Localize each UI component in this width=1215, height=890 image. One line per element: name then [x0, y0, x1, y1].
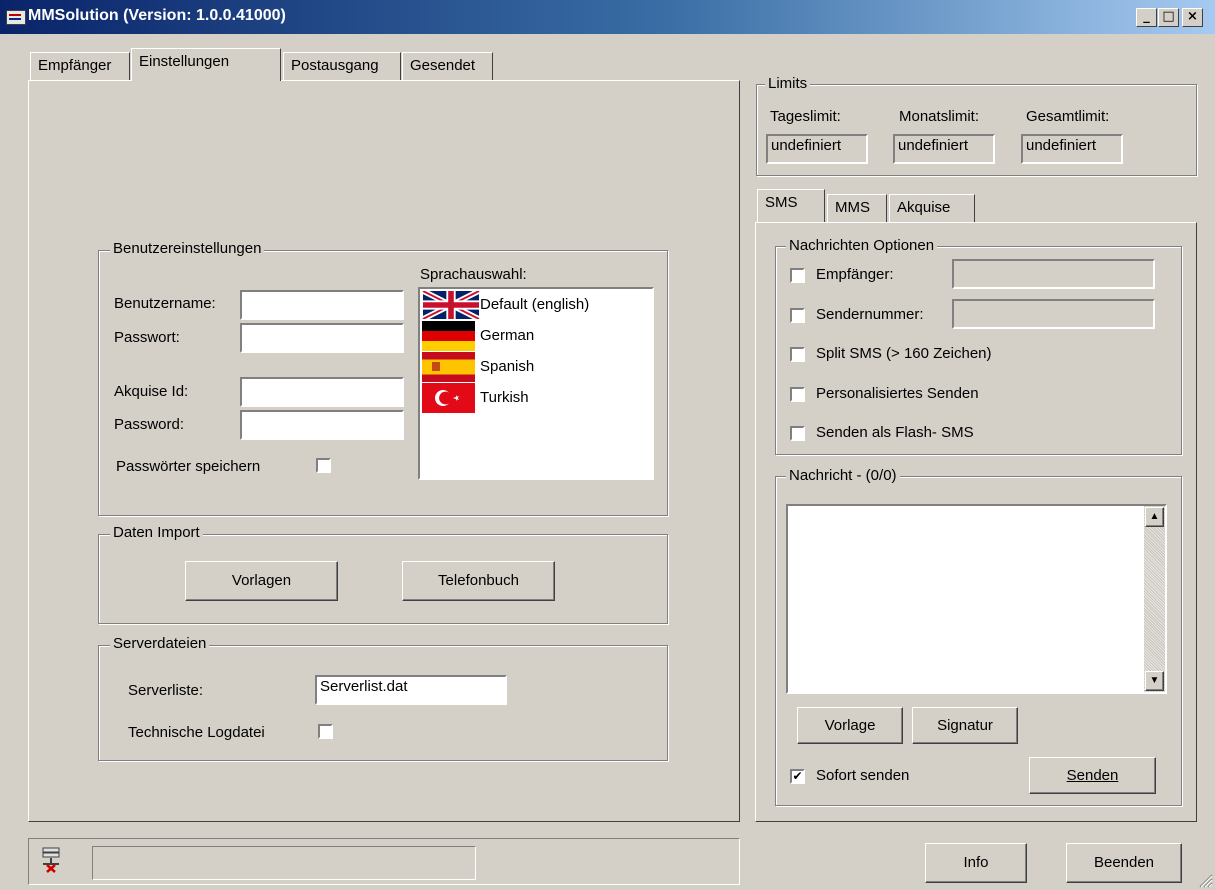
- message-tabs: SMS MMS Akquise: [757, 189, 1197, 224]
- log-file-label: Technische Logdatei: [128, 724, 265, 741]
- app-icon: [6, 10, 26, 25]
- language-list[interactable]: Default (english) German Spanish Turkish: [418, 287, 654, 480]
- recipient-label: Empfänger:: [816, 266, 894, 283]
- recipient-checkbox[interactable]: [790, 268, 805, 283]
- uk-flag-icon: [422, 291, 480, 319]
- save-passwords-label: Passwörter speichern: [116, 458, 261, 475]
- message-options-title: Nachrichten Optionen: [786, 237, 938, 254]
- tab-empfaenger[interactable]: Empfänger: [30, 52, 130, 80]
- flash-sms-checkbox[interactable]: [790, 426, 805, 441]
- send-immediately-checkbox[interactable]: ✔: [790, 769, 805, 784]
- send-immediately-label: Sofort senden: [816, 767, 910, 784]
- language-item-spanish[interactable]: Spanish: [420, 351, 650, 382]
- resize-grip-icon[interactable]: [1197, 872, 1213, 888]
- personalized-checkbox[interactable]: [790, 387, 805, 402]
- telefonbuch-button[interactable]: Telefonbuch: [402, 561, 555, 601]
- message-title: Nachricht - (0/0): [786, 467, 900, 484]
- personalized-label: Personalisiertes Senden: [816, 385, 979, 402]
- total-limit-label: Gesamtlimit:: [1026, 108, 1110, 125]
- user-settings-title: Benutzereinstellungen: [110, 240, 265, 257]
- vorlagen-button[interactable]: Vorlagen: [185, 561, 338, 601]
- monthly-limit-label: Monatslimit:: [899, 108, 980, 125]
- germany-flag-icon: [422, 321, 475, 351]
- message-scrollbar[interactable]: ▲ ▼: [1144, 506, 1165, 692]
- tab-mms[interactable]: MMS: [827, 194, 887, 222]
- network-disconnected-icon: [42, 847, 60, 873]
- save-passwords-checkbox[interactable]: [316, 458, 331, 473]
- data-import-title: Daten Import: [110, 524, 203, 541]
- tab-postausgang[interactable]: Postausgang: [283, 52, 401, 80]
- daily-limit-value: undefiniert: [766, 134, 868, 164]
- language-label-german: German: [480, 327, 535, 344]
- password-input[interactable]: [240, 323, 404, 353]
- limits-title: Limits: [765, 75, 811, 92]
- recipient-input[interactable]: [952, 259, 1155, 289]
- flash-sms-label: Senden als Flash- SMS: [816, 424, 974, 441]
- maximize-button[interactable]: □: [1158, 8, 1179, 27]
- language-item-german[interactable]: German: [420, 320, 650, 351]
- daily-limit-label: Tageslimit:: [770, 108, 841, 125]
- akquise-id-label: Akquise Id:: [114, 383, 189, 400]
- close-button[interactable]: ×: [1182, 8, 1203, 27]
- akquise-password-label: Password:: [114, 416, 185, 433]
- tab-einstellungen[interactable]: Einstellungen: [131, 48, 281, 81]
- akquise-password-input[interactable]: [240, 410, 404, 440]
- tab-gesendet[interactable]: Gesendet: [402, 52, 493, 80]
- language-item-english[interactable]: Default (english): [420, 289, 650, 319]
- serverlist-input[interactable]: Serverlist.dat: [315, 675, 507, 705]
- total-limit-value: undefiniert: [1021, 134, 1123, 164]
- scroll-down-button[interactable]: ▼: [1145, 671, 1164, 691]
- akquise-id-input[interactable]: [240, 377, 404, 407]
- info-button[interactable]: Info: [925, 843, 1027, 883]
- serverlist-label: Serverliste:: [128, 682, 204, 699]
- spain-flag-icon: [422, 352, 475, 382]
- title-bar: MMSolution (Version: 1.0.0.41000) _ □ ×: [0, 0, 1215, 34]
- scroll-up-button[interactable]: ▲: [1145, 507, 1164, 527]
- data-import-group: [98, 534, 668, 624]
- signatur-button[interactable]: Signatur: [912, 707, 1018, 744]
- sender-number-checkbox[interactable]: [790, 308, 805, 323]
- split-sms-label: Split SMS (> 160 Zeichen): [816, 345, 992, 362]
- split-sms-checkbox[interactable]: [790, 347, 805, 362]
- username-label: Benutzername:: [114, 295, 216, 312]
- language-item-turkish[interactable]: Turkish: [420, 382, 650, 413]
- tab-sms[interactable]: SMS: [757, 189, 825, 222]
- window-title: MMSolution (Version: 1.0.0.41000): [28, 7, 286, 24]
- language-label: Sprachauswahl:: [420, 266, 527, 283]
- beenden-button[interactable]: Beenden: [1066, 843, 1182, 883]
- status-progress-field: [92, 846, 476, 880]
- sender-number-label: Sendernummer:: [816, 306, 924, 323]
- sender-number-input[interactable]: [952, 299, 1155, 329]
- monthly-limit-value: undefiniert: [893, 134, 995, 164]
- log-file-checkbox[interactable]: [318, 724, 333, 739]
- server-files-title: Serverdateien: [110, 635, 210, 652]
- language-label-spanish: Spanish: [480, 358, 535, 375]
- message-textarea[interactable]: ▲ ▼: [786, 504, 1167, 694]
- vorlage-button[interactable]: Vorlage: [797, 707, 903, 744]
- minimize-button[interactable]: _: [1136, 8, 1157, 27]
- username-input[interactable]: [240, 290, 404, 320]
- password-label: Passwort:: [114, 329, 180, 346]
- turkey-flag-icon: [422, 383, 475, 413]
- language-label-english: Default (english): [480, 296, 590, 313]
- language-label-turkish: Turkish: [480, 389, 529, 406]
- tab-akquise[interactable]: Akquise: [889, 194, 975, 222]
- send-button[interactable]: Senden: [1029, 757, 1156, 794]
